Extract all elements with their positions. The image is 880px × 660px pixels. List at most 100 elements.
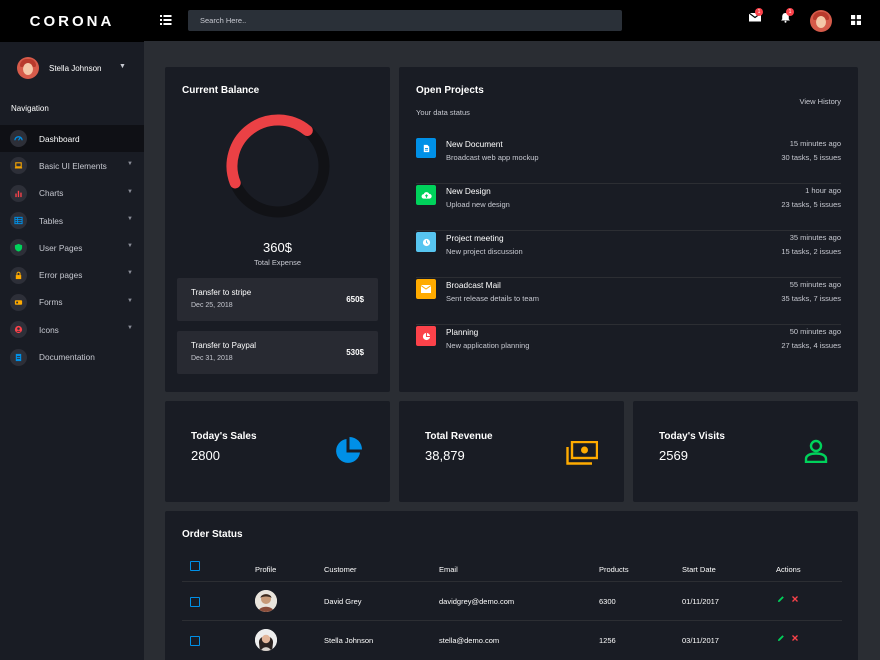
project-title: Project meeting <box>446 233 504 243</box>
customer-email: davidgrey@demo.com <box>439 597 515 606</box>
project-title: Broadcast Mail <box>446 280 501 290</box>
brand-logo[interactable]: CORONA <box>0 0 144 42</box>
chevron-down-icon: ▼ <box>127 215 133 222</box>
project-subtitle: Broadcast web app mockup <box>446 153 539 162</box>
sidebar-profile[interactable]: Stella Johnson ▼ <box>0 55 144 81</box>
file-document-icon <box>10 348 27 366</box>
list-item[interactable]: Planning New application planning 50 min… <box>416 325 841 372</box>
table-row[interactable]: David Grey davidgrey@demo.com 6300 01/11… <box>182 581 842 620</box>
bell-icon[interactable]: 1 <box>780 8 794 26</box>
cloud-upload-icon <box>416 185 436 205</box>
chevron-down-icon: ▼ <box>127 243 133 250</box>
pencil-icon[interactable] <box>777 634 785 644</box>
sidebar-item-basic-ui[interactable]: Basic UI Elements ▼ <box>0 152 144 179</box>
chart-bar-icon <box>10 184 27 202</box>
sidebar-item-tables[interactable]: Tables ▼ <box>0 207 144 234</box>
pencil-icon[interactable] <box>777 595 785 605</box>
stat-title: Total Revenue <box>425 431 493 442</box>
notification-badge: 1 <box>755 8 763 16</box>
ring-progress-arc <box>226 114 313 189</box>
column-header: Start Date <box>682 565 716 574</box>
apps-grid-icon[interactable] <box>851 15 861 28</box>
transfer-item[interactable]: Transfer to stripe Dec 25, 2018 650$ <box>177 278 378 321</box>
user-avatar[interactable] <box>810 10 832 32</box>
avatar <box>17 57 39 79</box>
sidebar-item-charts[interactable]: Charts ▼ <box>0 180 144 207</box>
forms-icon <box>10 293 27 311</box>
notification-badge: 1 <box>786 8 794 16</box>
customer-name: Stella Johnson <box>324 636 374 645</box>
project-tasks: 27 tasks, 4 issues <box>781 341 841 350</box>
clock-icon <box>416 232 436 252</box>
table-row[interactable]: Stella Johnson stella@demo.com 1256 03/1… <box>182 620 842 659</box>
row-checkbox[interactable] <box>190 636 200 646</box>
balance-card: Current Balance 360$ Total Expense Trans… <box>165 67 390 392</box>
project-title: New Design <box>446 186 491 196</box>
row-checkbox[interactable] <box>190 597 200 607</box>
avatar <box>255 629 277 651</box>
stat-value: 2800 <box>191 448 220 463</box>
nav-list: Dashboard Basic UI Elements ▼ Charts ▼ T… <box>0 125 144 371</box>
list-item[interactable]: Broadcast Mail Sent release details to t… <box>416 278 841 325</box>
customer-name: David Grey <box>324 597 362 606</box>
project-tasks: 15 tasks, 2 issues <box>781 247 841 256</box>
nav-section-title: Navigation <box>11 104 49 113</box>
list-item[interactable]: New Design Upload new design 1 hour ago … <box>416 184 841 231</box>
lock-icon <box>10 266 27 284</box>
sidebar-item-label: Charts <box>39 188 64 199</box>
sidebar-item-label: Documentation <box>39 352 95 363</box>
project-time: 50 minutes ago <box>789 327 841 336</box>
sidebar-item-label: Basic UI Elements <box>39 160 107 171</box>
view-history-link[interactable]: View History <box>799 97 841 106</box>
transfer-date: Dec 25, 2018 <box>191 302 233 309</box>
start-date: 01/11/2017 <box>682 597 719 606</box>
project-tasks: 23 tasks, 5 issues <box>781 200 841 209</box>
start-date: 03/11/2017 <box>682 636 719 645</box>
mail-icon[interactable]: 1 <box>748 8 763 25</box>
sidebar-item-label: Forms <box>39 297 63 308</box>
chevron-down-icon: ▼ <box>127 161 133 168</box>
list-item[interactable]: Project meeting New project discussion 3… <box>416 231 841 278</box>
account-icon <box>804 439 828 463</box>
stat-value: 2569 <box>659 448 688 463</box>
cash-multiple-icon <box>566 441 598 465</box>
chevron-down-icon: ▼ <box>127 270 133 277</box>
chevron-down-icon: ▼ <box>127 297 133 304</box>
sidebar-item-documentation[interactable]: Documentation <box>0 343 144 370</box>
close-icon[interactable] <box>791 634 799 644</box>
sidebar-item-forms[interactable]: Forms ▼ <box>0 289 144 316</box>
sidebar-item-error-pages[interactable]: Error pages ▼ <box>0 261 144 288</box>
project-time: 15 minutes ago <box>789 139 841 148</box>
search-input[interactable] <box>188 10 622 31</box>
menu-toggle-icon[interactable] <box>160 14 172 26</box>
project-title: New Document <box>446 139 503 149</box>
balance-amount: 360$ <box>263 240 292 255</box>
transfer-amount: 650$ <box>346 295 364 304</box>
project-subtitle: New project discussion <box>446 247 523 256</box>
sidebar-item-label: Error pages <box>39 270 83 281</box>
select-all-checkbox[interactable] <box>190 561 200 571</box>
balance-ring-chart <box>226 114 330 218</box>
transfer-item[interactable]: Transfer to Paypal Dec 31, 2018 530$ <box>177 331 378 374</box>
project-tasks: 35 tasks, 7 issues <box>781 294 841 303</box>
sidebar-item-user-pages[interactable]: User Pages ▼ <box>0 234 144 261</box>
column-header: Actions <box>776 565 801 574</box>
chart-pie-icon <box>336 437 362 463</box>
stat-title: Today's Sales <box>191 431 257 442</box>
column-header: Profile <box>255 565 277 574</box>
list-item[interactable]: New Document Broadcast web app mockup 15… <box>416 137 841 184</box>
close-icon[interactable] <box>791 595 799 605</box>
card-title: Current Balance <box>182 85 260 96</box>
transfer-amount: 530$ <box>346 348 364 357</box>
column-header: Products <box>599 565 629 574</box>
topbar: 1 1 <box>144 0 880 41</box>
sidebar-item-icons[interactable]: Icons ▼ <box>0 316 144 343</box>
sidebar-item-dashboard[interactable]: Dashboard <box>0 125 144 153</box>
email-icon <box>416 279 436 299</box>
chevron-down-icon[interactable]: ▼ <box>119 63 126 70</box>
file-icon <box>416 138 436 158</box>
order-status-card: Order Status Profile Customer Email Prod… <box>165 511 858 660</box>
project-subtitle: New application planning <box>446 341 530 350</box>
products-count: 6300 <box>599 597 616 606</box>
stat-title: Today's Visits <box>659 431 725 442</box>
